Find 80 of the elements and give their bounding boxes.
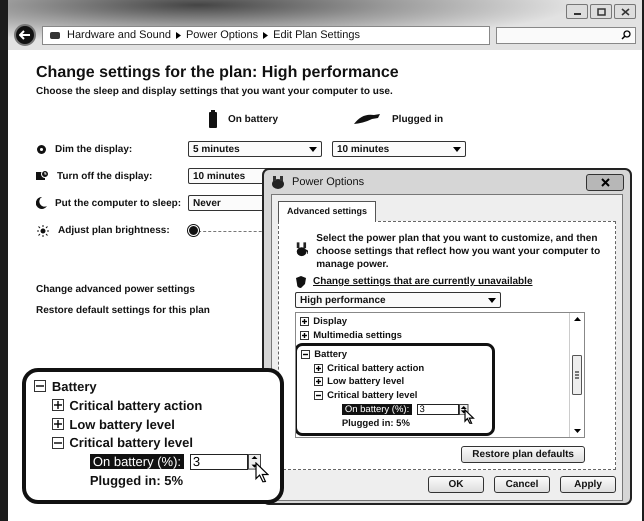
dropdown-arrow-icon <box>453 146 461 152</box>
tree-item[interactable]: Display <box>313 316 348 328</box>
expand-icon[interactable] <box>300 317 309 326</box>
restore-defaults-button[interactable]: Restore plan defaults <box>461 446 585 463</box>
setting-label: On battery (%): <box>342 404 412 415</box>
column-heading: On battery <box>228 114 278 124</box>
page-heading: Change settings for the plan: High performance <box>36 64 400 82</box>
breadcrumb-item[interactable]: Power Options <box>186 29 258 41</box>
setting-value: Plugged in: 5% <box>342 418 410 429</box>
time-dropdown[interactable]: 10 minutes <box>332 141 466 157</box>
time-dropdown[interactable]: 5 minutes <box>188 141 322 157</box>
tree-item[interactable]: Critical battery action <box>69 398 202 413</box>
instruction-text: Select the power plan that you want to customize, and then choose settings that reflect how you want your computer to manage power. <box>316 232 601 271</box>
slider-thumb[interactable] <box>188 225 199 236</box>
dropdown-arrow-icon <box>488 298 496 302</box>
setting-label: Turn off the display: <box>57 170 152 182</box>
breadcrumb-arrow-icon <box>176 32 181 38</box>
close-button[interactable] <box>586 174 624 190</box>
apply-button[interactable]: Apply <box>560 476 616 493</box>
back-arrow-icon <box>19 30 31 40</box>
tab[interactable]: Advanced settings <box>278 201 376 222</box>
value-field[interactable]: 3 <box>190 454 248 470</box>
value-field[interactable]: 3 <box>416 404 460 416</box>
back-button[interactable] <box>14 24 36 46</box>
monitor-clock-icon <box>36 170 49 182</box>
settings-link[interactable]: Change advanced power settings <box>36 284 195 295</box>
setting-label: Adjust plan brightness: <box>58 225 170 236</box>
cursor-icon <box>464 409 475 425</box>
maximize-icon <box>596 8 606 16</box>
page-subheading: Choose the sleep and display settings that you want your computer to use. <box>36 86 394 97</box>
shield-icon <box>295 275 307 288</box>
address-bar[interactable]: Hardware and Sound Power Options Edit Plan Settings <box>42 26 490 44</box>
close-button[interactable] <box>614 4 636 19</box>
tree-item[interactable]: Low battery level <box>69 416 175 432</box>
setting-label: Dim the display: <box>55 144 132 154</box>
expand-icon[interactable] <box>314 364 323 373</box>
collapse-icon[interactable] <box>314 391 323 400</box>
expand-icon[interactable] <box>300 331 309 340</box>
dim-display-icon <box>36 144 47 154</box>
tree-item[interactable]: Low battery level <box>327 376 404 388</box>
tree-item[interactable]: Critical battery action <box>327 362 424 374</box>
moon-icon <box>36 197 47 209</box>
collapse-icon[interactable] <box>301 350 310 359</box>
close-icon <box>620 8 630 16</box>
collapse-icon[interactable] <box>52 436 64 449</box>
tree-item[interactable]: Battery <box>314 348 348 360</box>
maximize-button[interactable] <box>590 4 612 19</box>
close-icon <box>600 178 610 186</box>
plan-dropdown[interactable]: High performance <box>295 292 501 308</box>
setting-value: Plugged in: 5% <box>90 473 184 488</box>
setting-label: Put the computer to sleep: <box>55 198 182 208</box>
settings-link[interactable]: Restore default settings for this plan <box>36 305 210 316</box>
search-field[interactable] <box>496 26 636 44</box>
settings-link[interactable]: Change settings that are currently unavailable <box>313 276 533 287</box>
dropdown-arrow-icon <box>309 146 317 152</box>
tree-item[interactable]: Multimedia settings <box>313 330 402 342</box>
scroll-down-icon <box>574 429 580 433</box>
power-plan-icon <box>270 175 286 189</box>
battery-icon <box>208 109 218 129</box>
breadcrumb-item[interactable]: Hardware and Sound <box>67 29 171 41</box>
minimize-button[interactable] <box>566 4 588 19</box>
tree-item[interactable]: Critical battery level <box>69 435 193 450</box>
breadcrumb-item[interactable]: Edit Plan Settings <box>273 29 360 41</box>
expand-icon[interactable] <box>52 418 64 430</box>
ok-button[interactable]: OK <box>428 476 484 493</box>
scroll-up-icon <box>574 317 580 321</box>
collapse-icon[interactable] <box>34 380 46 392</box>
sun-icon <box>36 224 50 236</box>
search-icon <box>621 30 631 40</box>
expand-icon[interactable] <box>52 399 64 412</box>
breadcrumb-arrow-icon <box>263 32 268 38</box>
tree-item[interactable]: Critical battery level <box>327 390 418 402</box>
setting-label: On battery (%): <box>90 454 184 470</box>
tree-item[interactable]: Battery <box>52 378 97 394</box>
expand-icon[interactable] <box>314 377 323 386</box>
scrollbar[interactable] <box>569 313 584 437</box>
scroll-thumb-icon <box>572 355 582 395</box>
column-heading: Plugged in <box>392 114 444 124</box>
cancel-button[interactable]: Cancel <box>494 476 550 493</box>
cursor-icon <box>254 462 270 483</box>
